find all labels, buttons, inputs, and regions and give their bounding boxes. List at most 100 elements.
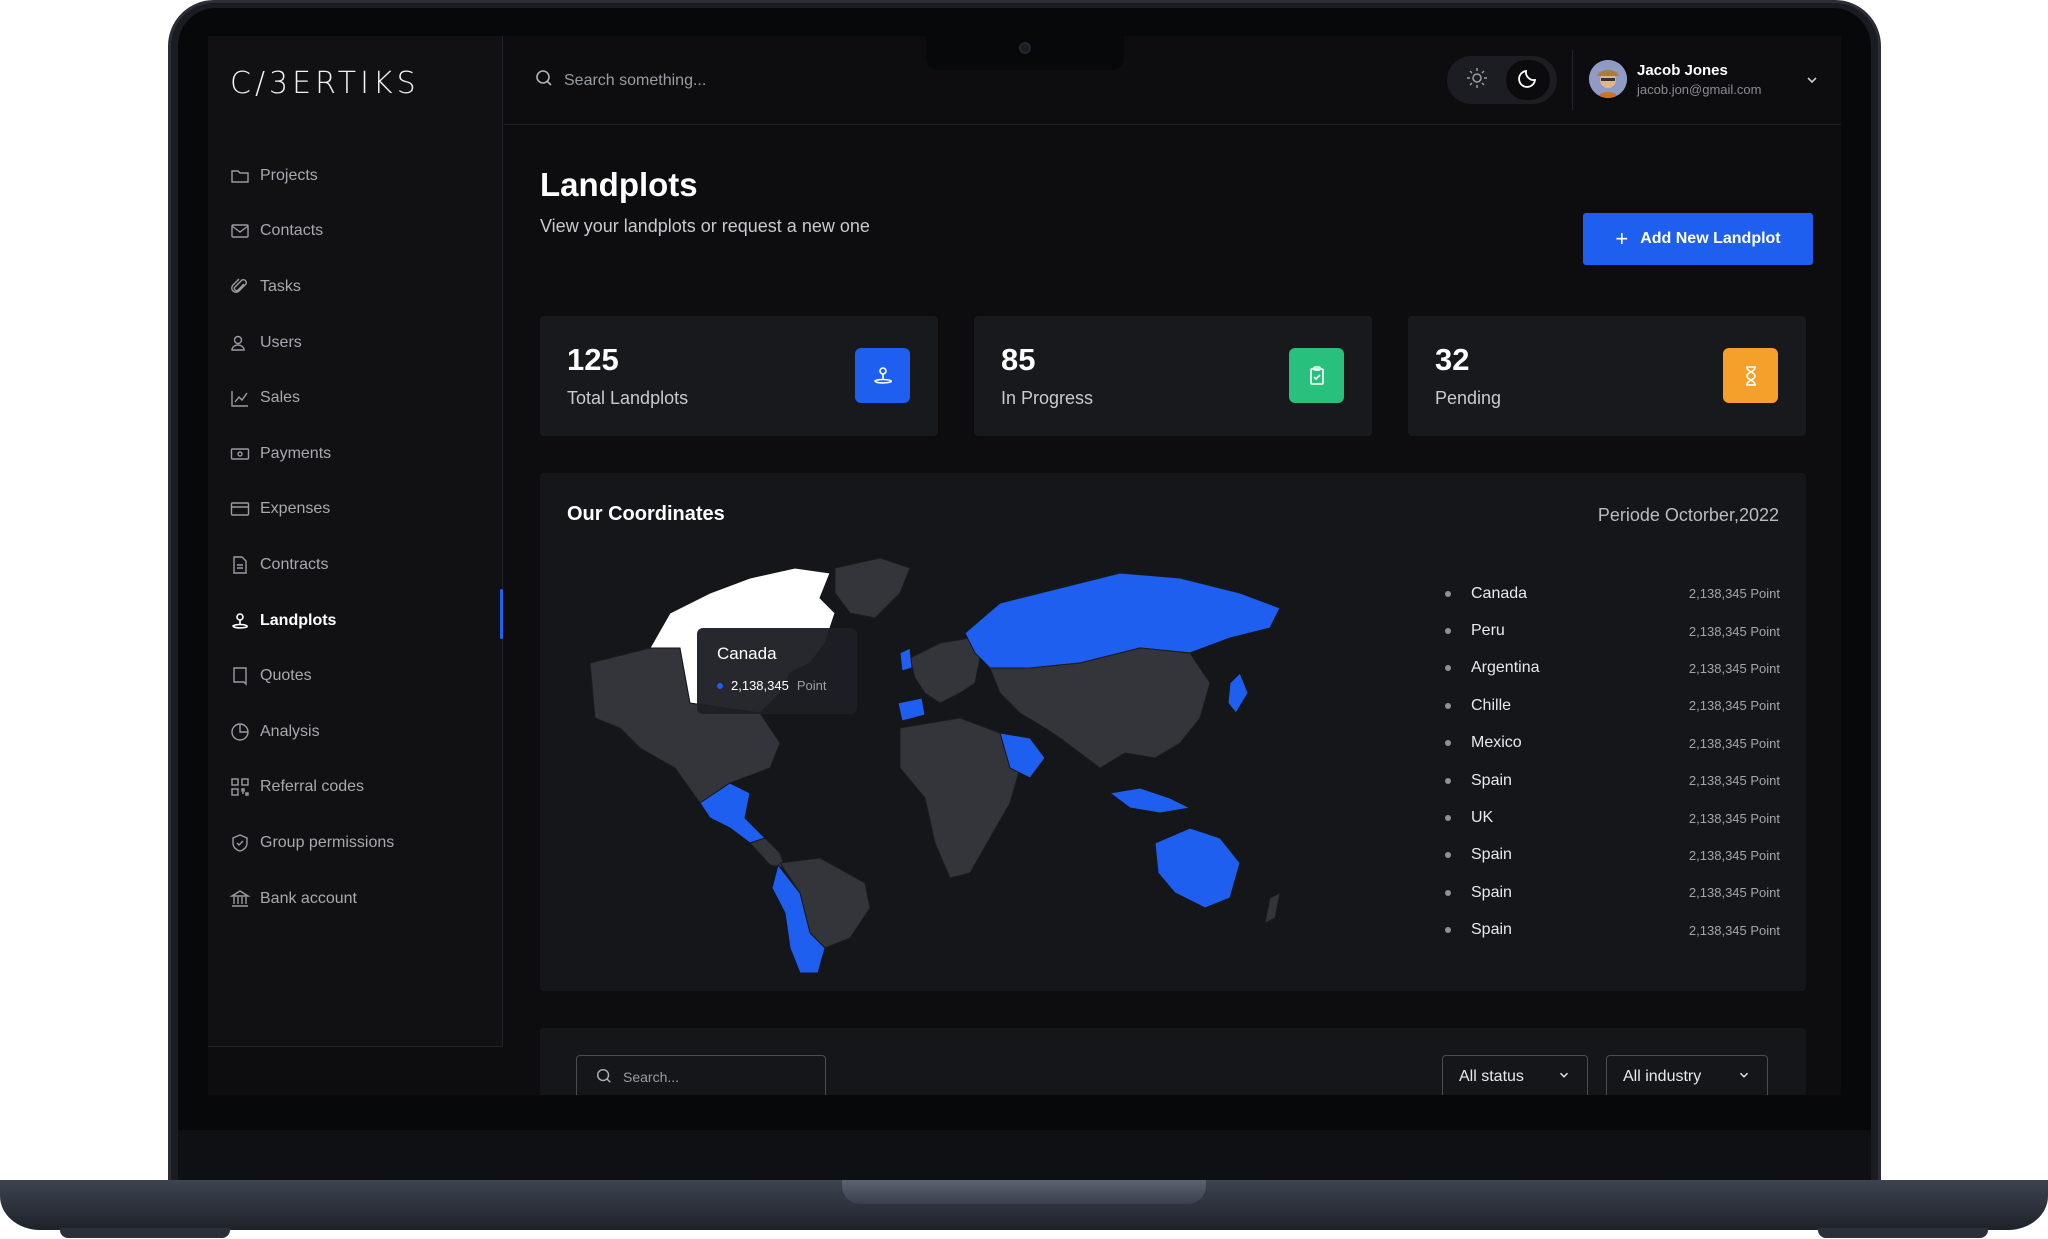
mail-icon [230,221,250,241]
country-name: Chille [1471,696,1512,714]
user-menu[interactable]: Jacob Jones jacob.jon@gmail.com [1589,60,1761,98]
sidebar-item-label: Landplots [260,611,337,629]
country-value: 2,138,345 Point [1688,810,1780,826]
sidebar-item-label: Tasks [260,277,301,295]
list-item[interactable]: Spain 2,138,345 Point [1445,874,1780,911]
stat-value: 125 [567,342,619,377]
document-icon [230,555,250,575]
list-item[interactable]: UK 2,138,345 Point [1445,799,1780,836]
coordinates-card: Our Coordinates Periode Octorber,2022 Ca… [540,473,1806,991]
country-name: UK [1471,809,1494,827]
bookmark-icon [230,666,250,686]
bullet [1445,852,1451,859]
shield-icon [230,833,250,853]
coordinates-title: Our Coordinates [567,503,725,525]
list-item[interactable]: Mexico 2,138,345 Point [1445,725,1780,762]
plus-icon: + [1615,226,1629,251]
add-landplot-button[interactable]: + Add New Landplot [1583,213,1813,265]
country-value: 2,138,345 Point [1688,885,1780,901]
country-value: 2,138,345 Point [1688,847,1780,863]
industry-filter-value: All industry [1623,1068,1702,1085]
pie-chart-icon [230,722,250,742]
sidebar-item-label: Users [260,333,302,351]
bullet [1445,889,1451,896]
sidebar-item-analysis[interactable]: Analysis [230,704,394,760]
global-search[interactable]: Search something... [534,68,706,93]
map-tooltip: Canada 2,138,345 Point [697,628,857,714]
country-name: Spain [1471,883,1512,901]
light-mode-button[interactable] [1455,60,1499,100]
sidebar-item-quotes[interactable]: Quotes [230,648,394,704]
country-name: Spain [1471,846,1512,864]
bullet [1445,740,1451,747]
map-region-europe [909,637,981,704]
list-item[interactable]: Spain 2,138,345 Point [1445,837,1780,874]
table-search-input[interactable]: Search... [576,1055,826,1095]
sidebar-item-users[interactable]: Users [230,315,394,371]
paperclip-icon [230,277,250,297]
sidebar-item-payments[interactable]: Payments [230,426,394,482]
list-item[interactable]: Canada 2,138,345 Point [1445,575,1780,612]
country-value: 2,138,345 Point [1688,660,1780,676]
industry-filter-select[interactable]: All industry [1606,1055,1768,1095]
sidebar-item-label: Group permissions [260,833,395,851]
map-region-australia [1154,827,1241,909]
page-subtitle: View your landplots or request a new one [540,216,870,236]
theme-toggle[interactable] [1447,56,1557,104]
bullet [1445,777,1451,784]
sidebar-item-tasks[interactable]: Tasks [230,259,394,315]
sidebar-item-label: Quotes [260,667,312,685]
search-icon [595,1067,613,1088]
list-item[interactable]: Spain 2,138,345 Point [1445,762,1780,799]
stat-label: Pending [1435,388,1502,408]
bullet [1445,815,1451,822]
sidebar-item-referral-codes[interactable]: Referral codes [230,760,394,816]
sidebar-item-projects[interactable]: Projects [230,148,394,204]
country-value: 2,138,345 Point [1688,735,1780,751]
topbar-divider [1572,50,1573,110]
active-indicator [500,589,503,639]
qr-code-icon [230,777,250,797]
sidebar-item-landplots[interactable]: Landplots [230,593,394,649]
sidebar-item-contracts[interactable]: Contracts [230,537,394,593]
sidebar-item-sales[interactable]: Sales [230,370,394,426]
users-icon [230,333,250,353]
sidebar-item-group-permissions[interactable]: Group permissions [230,815,394,871]
stat-label: Total Landplots [567,388,689,408]
list-item[interactable]: Peru 2,138,345 Point [1445,612,1780,649]
dark-mode-button[interactable] [1505,60,1550,100]
world-map[interactable] [580,553,1400,973]
sidebar-item-label: Bank account [260,889,357,907]
sidebar-item-label: Expenses [260,500,331,518]
app-logo: C/3ERTIKS [230,66,420,101]
chart-line-icon [230,388,250,408]
bullet [1445,927,1451,934]
sidebar: C/3ERTIKS Projects Contacts Tasks Users … [208,36,503,1047]
status-filter-value: All status [1459,1068,1524,1085]
sidebar-item-contacts[interactable]: Contacts [230,204,394,260]
map-region-japan [1227,672,1249,714]
map-region-spain [897,697,926,722]
bullet [1445,590,1451,597]
status-filter-select[interactable]: All status [1442,1055,1588,1095]
chevron-down-icon[interactable] [1804,72,1820,93]
country-name: Spain [1471,771,1512,789]
tooltip-value: 2,138,345 [731,678,789,693]
sidebar-item-bank-account[interactable]: Bank account [230,871,394,927]
tooltip-unit: Point [796,678,827,693]
sidebar-item-label: Analysis [260,722,320,740]
coordinates-list: Canada 2,138,345 Point Peru 2,138,345 Poin… [1445,575,1780,949]
list-item[interactable]: Argentina 2,138,345 Point [1445,650,1780,687]
list-item[interactable]: Chille 2,138,345 Point [1445,687,1780,724]
laptop-chin [178,1130,1871,1180]
map-region-new-zealand [1264,892,1281,924]
map-region-africa [899,717,1021,879]
stat-card-in-progress: 85 In Progress [974,316,1372,436]
app-screen: C/3ERTIKS Projects Contacts Tasks Users … [208,36,1841,1095]
stat-value: 32 [1435,342,1470,377]
sidebar-item-expenses[interactable]: Expenses [230,482,394,538]
country-name: Mexico [1471,734,1522,752]
moon-icon [1517,67,1539,94]
country-value: 2,138,345 Point [1688,773,1780,789]
list-item[interactable]: Spain 2,138,345 Point [1445,912,1780,949]
